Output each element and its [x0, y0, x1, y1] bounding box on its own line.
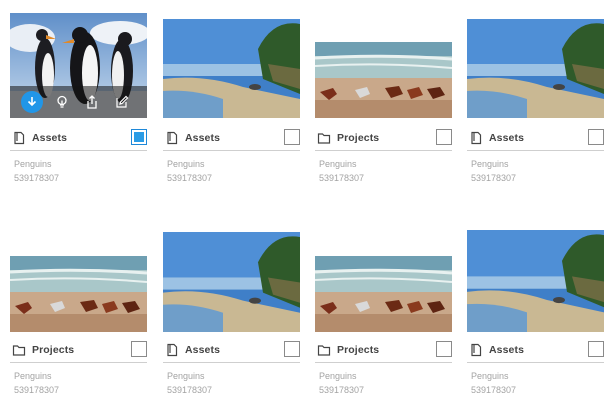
beach-image[interactable] [163, 232, 300, 332]
card-meta-row: Projects [10, 337, 147, 363]
document-icon [165, 343, 179, 357]
beach-image[interactable] [467, 230, 604, 332]
card-id: 539178307 [167, 173, 213, 183]
horses-image[interactable] [315, 256, 452, 332]
thumbnail-area[interactable] [163, 0, 300, 125]
card-name: Penguins [167, 159, 205, 169]
card-meta-row: Projects [315, 125, 452, 151]
select-checkbox[interactable] [284, 341, 300, 357]
folder-icon [12, 343, 26, 357]
document-icon [469, 343, 483, 357]
share-icon[interactable] [81, 91, 103, 113]
edit-icon[interactable] [111, 91, 133, 113]
card-type-label: Assets [185, 131, 221, 144]
horses-image[interactable] [315, 42, 452, 118]
beach-image[interactable] [163, 19, 300, 118]
thumbnail-area[interactable] [315, 0, 452, 125]
card-info: Penguins 539178307 [14, 369, 59, 397]
select-checkbox[interactable] [588, 129, 604, 145]
thumbnail-area[interactable] [467, 212, 604, 337]
document-icon [165, 131, 179, 145]
card-id: 539178307 [319, 173, 365, 183]
card-type-label: Assets [32, 131, 68, 144]
card-name: Penguins [319, 371, 357, 381]
download-icon[interactable] [21, 91, 43, 113]
folder-icon [317, 343, 331, 357]
card-type-label: Projects [337, 131, 380, 144]
card-info: Penguins 539178307 [167, 369, 212, 397]
card-id: 539178307 [14, 173, 60, 183]
card-type-label: Projects [337, 343, 380, 356]
beach-image[interactable] [467, 19, 604, 118]
folder-icon [317, 131, 331, 145]
card-info: Penguins 539178307 [471, 369, 516, 397]
card-name: Penguins [471, 371, 509, 381]
card-name: Penguins [167, 371, 205, 381]
card-name: Penguins [14, 159, 52, 169]
card-meta-row: Assets [10, 125, 147, 151]
select-checkbox[interactable] [436, 129, 452, 145]
thumbnail-area[interactable] [315, 212, 452, 337]
card-type-label: Assets [489, 131, 525, 144]
thumbnail-area[interactable] [10, 212, 147, 337]
card-info: Penguins 539178307 [319, 157, 364, 185]
select-checkbox[interactable] [436, 341, 452, 357]
horses-image[interactable] [10, 256, 147, 332]
card-id: 539178307 [471, 173, 517, 183]
thumbnail-area[interactable] [10, 0, 147, 125]
card-type-label: Assets [185, 343, 221, 356]
thumbnail-area[interactable] [163, 212, 300, 337]
select-checkbox[interactable] [588, 341, 604, 357]
card-id: 539178307 [319, 385, 365, 395]
hover-action-bar [10, 86, 147, 118]
card-name: Penguins [319, 159, 357, 169]
asset-grid: Assets Penguins 539178307 Assets Penguin… [0, 0, 615, 403]
select-checkbox[interactable] [284, 129, 300, 145]
card-info: Penguins 539178307 [167, 157, 212, 185]
card-type-label: Projects [32, 343, 75, 356]
card-meta-row: Assets [467, 337, 604, 363]
card-name: Penguins [471, 159, 509, 169]
card-meta-row: Projects [315, 337, 452, 363]
card-meta-row: Assets [163, 337, 300, 363]
card-id: 539178307 [167, 385, 213, 395]
bulb-icon[interactable] [51, 91, 73, 113]
card-meta-row: Assets [467, 125, 604, 151]
card-name: Penguins [14, 371, 52, 381]
thumbnail-area[interactable] [467, 0, 604, 125]
card-id: 539178307 [471, 385, 517, 395]
card-id: 539178307 [14, 385, 60, 395]
card-info: Penguins 539178307 [319, 369, 364, 397]
card-info: Penguins 539178307 [471, 157, 516, 185]
select-checkbox[interactable] [131, 129, 147, 145]
card-meta-row: Assets [163, 125, 300, 151]
card-type-label: Assets [489, 343, 525, 356]
document-icon [469, 131, 483, 145]
document-icon [12, 131, 26, 145]
card-info: Penguins 539178307 [14, 157, 59, 185]
select-checkbox[interactable] [131, 341, 147, 357]
